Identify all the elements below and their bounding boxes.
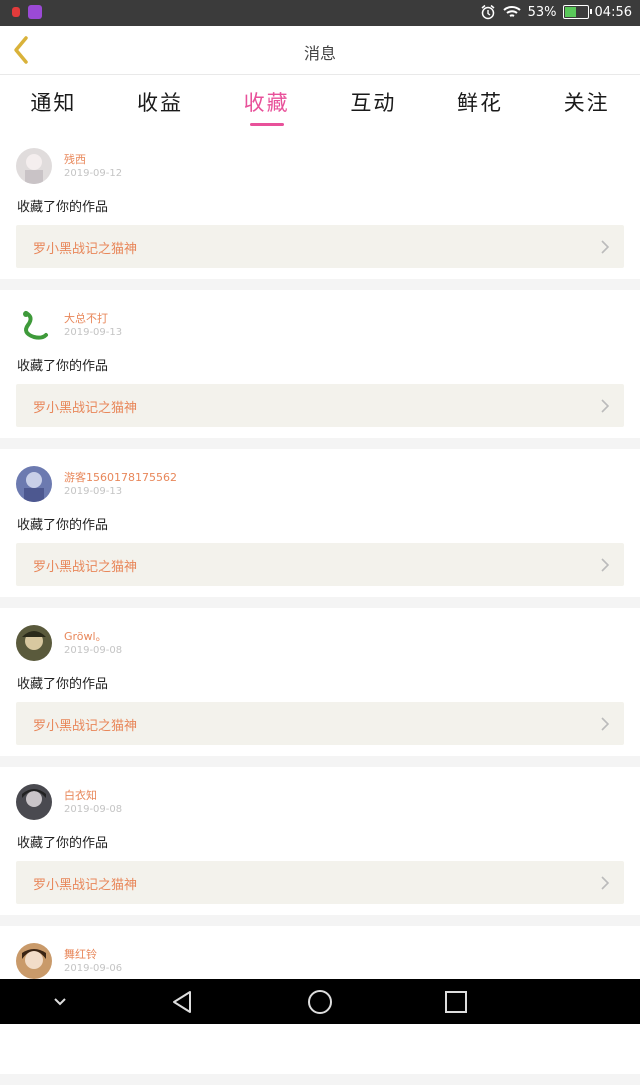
list-item: 残西 2019-09-12 收藏了你的作品 罗小黑战记之猫神 xyxy=(0,131,640,279)
tab-earnings[interactable]: 收益 xyxy=(107,75,214,131)
tab-notifications[interactable]: 通知 xyxy=(0,75,107,131)
tab-bar: 通知 收益 收藏 互动 鲜花 关注 xyxy=(0,75,640,131)
work-title: 罗小黑战记之猫神 xyxy=(33,560,138,575)
home-nav-button[interactable] xyxy=(306,988,334,1016)
app-notification-icon xyxy=(12,7,20,17)
avatar[interactable] xyxy=(16,625,52,661)
work-link[interactable]: 罗小黑战记之猫神 xyxy=(16,861,624,904)
system-navigation-bar xyxy=(0,979,640,1024)
action-text: 收藏了你的作品 xyxy=(17,836,109,851)
action-text: 收藏了你的作品 xyxy=(17,518,109,533)
list-item: Gröwl。 2019-09-08 收藏了你的作品 罗小黑战记之猫神 xyxy=(0,608,640,756)
list-item: 大总不打 2019-09-13 收藏了你的作品 罗小黑战记之猫神 xyxy=(0,290,640,438)
clock: 04:56 xyxy=(594,4,632,20)
status-bar: 53% 04:56 xyxy=(0,0,640,26)
app-notification-icon xyxy=(28,5,42,19)
battery-percent: 53% xyxy=(527,4,557,20)
username[interactable]: 舞红铃 xyxy=(64,946,97,962)
work-link[interactable]: 罗小黑战记之猫神 xyxy=(16,543,624,586)
timestamp: 2019-09-06 xyxy=(64,963,123,974)
page-title: 消息 xyxy=(303,44,336,63)
work-title: 罗小黑战记之猫神 xyxy=(33,878,138,893)
timestamp: 2019-09-08 xyxy=(64,804,123,815)
top-app-bar: 消息 xyxy=(0,26,640,75)
work-link[interactable]: 罗小黑战记之猫神 xyxy=(16,384,624,427)
tab-flowers[interactable]: 鲜花 xyxy=(427,75,534,131)
timestamp: 2019-09-13 xyxy=(64,327,123,338)
work-link[interactable]: 罗小黑战记之猫神 xyxy=(16,702,624,745)
username[interactable]: 大总不打 xyxy=(64,310,108,326)
work-title: 罗小黑战记之猫神 xyxy=(33,401,138,416)
timestamp: 2019-09-12 xyxy=(64,168,123,179)
work-title: 罗小黑战记之猫神 xyxy=(33,719,138,734)
chevron-down-icon xyxy=(54,998,66,1006)
triangle-back-icon xyxy=(173,991,191,1013)
avatar[interactable] xyxy=(16,148,52,184)
wifi-icon xyxy=(502,6,521,17)
tab-following[interactable]: 关注 xyxy=(533,75,640,131)
favorites-list: 残西 2019-09-12 收藏了你的作品 罗小黑战记之猫神 大总不打 2019… xyxy=(0,131,640,1085)
avatar[interactable] xyxy=(16,307,52,343)
back-nav-button[interactable] xyxy=(169,988,197,1016)
action-text: 收藏了你的作品 xyxy=(17,359,109,374)
list-item: 白衣知 2019-09-08 收藏了你的作品 罗小黑战记之猫神 xyxy=(0,767,640,915)
username[interactable]: Gröwl。 xyxy=(64,628,107,644)
battery-icon xyxy=(562,5,592,19)
timestamp: 2019-09-13 xyxy=(64,486,123,497)
username[interactable]: 白衣知 xyxy=(64,787,97,803)
circle-home-icon xyxy=(308,990,332,1014)
chevron-right-icon xyxy=(601,876,610,890)
square-recents-icon xyxy=(445,991,467,1013)
chevron-right-icon xyxy=(601,399,610,413)
chevron-right-icon xyxy=(601,717,610,731)
chevron-right-icon xyxy=(601,558,610,572)
tab-favorites[interactable]: 收藏 xyxy=(213,75,320,131)
battery-level-fill xyxy=(564,7,576,17)
tab-interactions[interactable]: 互动 xyxy=(320,75,427,131)
action-text: 收藏了你的作品 xyxy=(17,200,109,215)
action-text: 收藏了你的作品 xyxy=(17,677,109,692)
hide-nav-button[interactable] xyxy=(46,988,74,1016)
avatar[interactable] xyxy=(16,466,52,502)
work-title: 罗小黑战记之猫神 xyxy=(33,242,138,257)
chevron-right-icon xyxy=(601,240,610,254)
work-link[interactable]: 罗小黑战记之猫神 xyxy=(16,225,624,268)
recents-nav-button[interactable] xyxy=(442,988,470,1016)
timestamp: 2019-09-08 xyxy=(64,645,123,656)
avatar[interactable] xyxy=(16,943,52,979)
list-item: 游客1560178175562 2019-09-13 收藏了你的作品 罗小黑战记… xyxy=(0,449,640,597)
username[interactable]: 残西 xyxy=(64,151,86,167)
alarm-icon xyxy=(481,4,495,20)
avatar[interactable] xyxy=(16,784,52,820)
username[interactable]: 游客1560178175562 xyxy=(64,469,177,485)
